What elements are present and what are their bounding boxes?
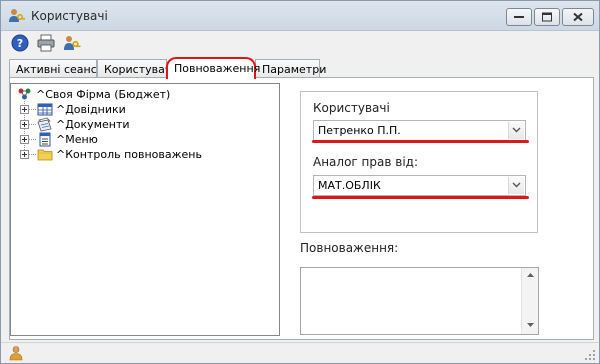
tab-label: Повноваження [174,62,261,75]
permissions-textarea[interactable] [300,267,539,335]
folder-icon [37,147,53,162]
help-icon[interactable]: ? [11,34,29,52]
vertical-scrollbar[interactable] [521,268,538,334]
tree-item-label: ^Меню [56,133,98,146]
users-key-icon [8,8,26,24]
scroll-down-icon[interactable] [526,322,535,328]
analog-rights-dropdown-button[interactable] [508,177,524,194]
tree-item-documents[interactable]: ^Документи [20,117,240,133]
tab-label: Активні сеанси [16,63,104,76]
user-select-value: Петренко П.П. [318,124,401,137]
close-button[interactable] [562,8,594,26]
tab-label: Користувачі [104,63,175,76]
user-select[interactable]: Петренко П.П. [313,120,526,141]
permissions-label: Повноваження: [300,241,399,255]
permissions-tree[interactable]: ^Своя Фірма (Бюджет) ^Довідники ^Докумен… [10,83,280,336]
user-status-icon [9,345,23,361]
table-icon [37,102,53,117]
tree-item-label: ^Довідники [56,103,126,116]
users-window: Користувачі ? Активні сеанси Користувачі… [0,0,600,364]
highlight-underline [312,140,529,143]
user-key-icon[interactable] [63,34,81,52]
tab-label: Параметри [262,63,327,76]
tree-item-menu[interactable]: ^Меню [20,132,240,148]
tab-parameters[interactable]: Параметри [255,59,326,78]
status-bar [1,342,599,363]
chevron-down-icon [512,127,521,133]
menu-icon [37,132,53,147]
expand-icon[interactable] [20,120,29,129]
expand-icon[interactable] [20,150,29,159]
user-select-dropdown-button[interactable] [508,122,524,139]
tree-item-access-control[interactable]: ^Контроль повноважень [20,147,240,163]
svg-text:?: ? [17,37,23,50]
close-icon [573,12,583,22]
toolbar: ? [1,31,599,55]
tab-active-sessions[interactable]: Активні сеанси [9,59,104,78]
tree-item-label: ^Своя Фірма (Бюджет) [36,88,171,101]
document-icon [37,117,53,132]
highlight-underline [312,196,529,199]
chevron-down-icon [512,182,521,188]
minimize-button[interactable] [506,8,532,26]
analog-rights-select[interactable]: МАТ.ОБЛІК [313,175,526,196]
window-title: Користувачі [31,9,108,23]
scroll-up-icon[interactable] [526,272,535,278]
tree-item-directories[interactable]: ^Довідники [20,102,240,118]
maximize-button[interactable] [534,8,560,26]
tab-users[interactable]: Користувачі [97,59,174,78]
maximize-icon [542,12,552,22]
expand-icon[interactable] [20,135,29,144]
tree-item-label: ^Документи [56,118,130,131]
resize-grip-icon[interactable] [584,349,596,361]
org-icon [17,87,33,102]
tab-permissions[interactable]: Повноваження [166,57,260,79]
user-label: Користувачі [313,101,390,115]
title-bar: Користувачі [1,1,599,31]
printer-icon[interactable] [37,34,55,52]
expand-icon[interactable] [20,105,29,114]
tree-item-label: ^Контроль повноважень [56,148,202,161]
minimize-icon [514,16,524,18]
tab-strip: Активні сеанси Користувачі Повноваження … [9,57,599,79]
analog-rights-select-value: МАТ.ОБЛІК [318,179,381,192]
analog-rights-label: Аналог прав від: [313,155,418,169]
